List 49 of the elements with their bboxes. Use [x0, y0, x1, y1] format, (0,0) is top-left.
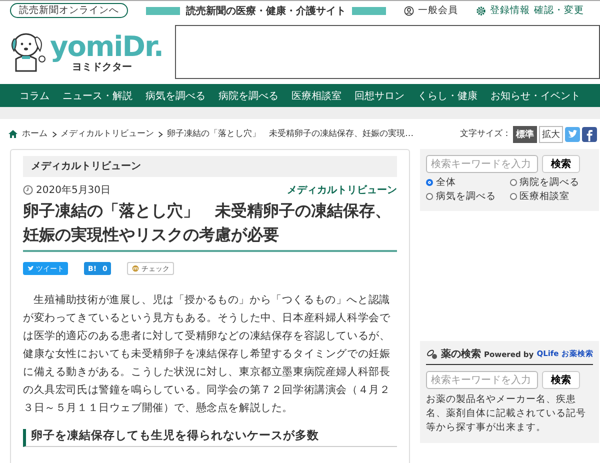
- nav-link[interactable]: くらし・健康: [418, 88, 478, 102]
- breadcrumb-current: 卵子凍結の「落とし穴」 未受精卵子の凍結保存、妊娠の実現…: [167, 128, 414, 140]
- drug-search-description: お薬の製品名やメーカー名、疾患名、薬剤自体に記載されている記号等から探す事が出来ます。: [426, 393, 587, 435]
- article-date: 2020年5月30日: [36, 184, 111, 197]
- search-field[interactable]: 検索キーワードを入力: [426, 155, 538, 173]
- f-logo-icon[interactable]: [582, 126, 597, 142]
- scope-radio[interactable]: 病院を調べる: [510, 176, 594, 189]
- nav-link[interactable]: コラム: [20, 88, 50, 102]
- search-button[interactable]: 検索: [542, 371, 580, 389]
- clock-icon: [23, 185, 33, 195]
- edit-link[interactable]: 確認・変更: [534, 4, 584, 17]
- member-status: 一般会員: [418, 4, 458, 17]
- m-logo-icon: [132, 265, 140, 272]
- scope-radio[interactable]: 全体: [426, 176, 510, 189]
- nav-link[interactable]: 病院を調べる: [218, 88, 278, 102]
- font-size-button[interactable]: 拡大: [539, 126, 563, 142]
- article-paragraph: 生殖補助技術が進展し、児は「授かるもの」から「つくるもの」へと認識が変わってきているという見方もある。そうした中、日本産科婦人科学会では医学的適応のある患者に対して受精卵などの凍結保存を容認しているが、健康な女性においても未受精卵子を凍結保存し希望するタイミングでの妊娠に備える動きがある。こうした状況に対し、東京都立墨東病院産婦人科部長の久具宏司氏は警鐘を鳴らしている。同学会の第７２回学術講演会（４月２３日～５月１１日ウェブ開催）で、懸念点を解説した。: [23, 293, 392, 416]
- site-tagline: 読売新聞の医療・健康・介護サイト: [186, 4, 346, 18]
- drug-search-title: 薬の検索: [441, 348, 481, 361]
- pill-icon: [426, 348, 438, 360]
- nav-link[interactable]: お知らせ・イベント: [490, 88, 580, 102]
- settings-link[interactable]: 登録情報: [490, 4, 530, 17]
- chevron-icon: [158, 130, 163, 138]
- section-heading: 卵子を凍結保存しても生児を得られないケースが多数: [23, 429, 397, 447]
- source-link[interactable]: メディカルトリビューン: [287, 183, 397, 197]
- nav-link[interactable]: 病気を調べる: [146, 88, 206, 102]
- category-header: メディカルトリビューン: [23, 156, 397, 177]
- online-link[interactable]: 読売新聞オンラインへ: [10, 3, 128, 18]
- bird-icon: [27, 265, 34, 272]
- nav-link[interactable]: ニュース・解説: [62, 88, 132, 102]
- search-button[interactable]: 検索: [542, 155, 580, 173]
- logo-subtitle: ヨミドクター: [72, 62, 132, 72]
- article-title: 卵子凍結の「落とし穴」 未受精卵子の凍結保存、妊娠の実現性やリスクの考慮が必要: [23, 199, 397, 252]
- user-icon: [404, 6, 414, 16]
- chevron-icon: [52, 130, 56, 138]
- settings-icon: [476, 6, 486, 16]
- breadcrumb-link[interactable]: ホーム: [22, 128, 48, 140]
- nav-link[interactable]: 医療相談室: [292, 88, 342, 102]
- logo-wordmark: yomiDr.: [50, 32, 163, 62]
- decorative-bar: [146, 6, 180, 14]
- nav-link[interactable]: 回想サロン: [354, 88, 404, 102]
- home-icon: [8, 129, 18, 139]
- font-size-button[interactable]: 標準: [513, 126, 537, 142]
- drug-search-field[interactable]: 検索キーワードを入力: [426, 371, 538, 389]
- scope-radio[interactable]: 医療相談室: [510, 190, 594, 203]
- breadcrumb-link[interactable]: メディカルトリビューン: [60, 128, 154, 140]
- font-size-label: 文字サイズ：: [460, 128, 511, 140]
- decorative-bar: [352, 6, 386, 14]
- scope-radio[interactable]: 病気を調べる: [426, 190, 510, 203]
